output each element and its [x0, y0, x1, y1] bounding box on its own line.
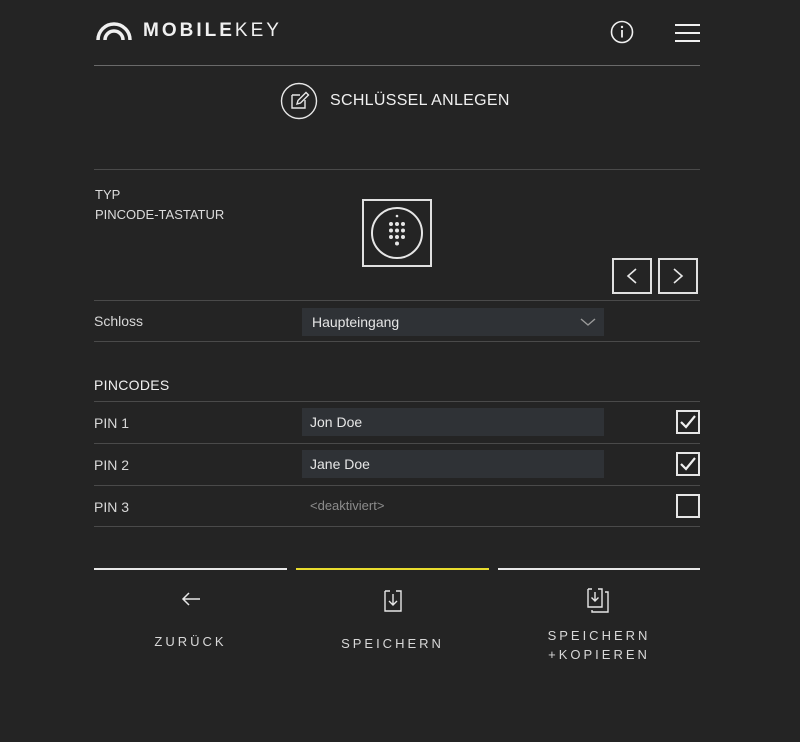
pin-2-name-input[interactable]: Jane Doe — [302, 450, 604, 478]
type-divider — [94, 300, 700, 301]
keypad-type-tile[interactable] — [362, 199, 432, 267]
lock-label: Schloss — [94, 313, 144, 329]
back-button[interactable]: ZURÜCK — [94, 590, 287, 649]
lock-select[interactable]: Haupteingang — [302, 308, 604, 336]
title-divider — [94, 169, 700, 170]
logo: MOBILEKEY — [95, 20, 282, 42]
back-label: ZURÜCK — [154, 634, 227, 649]
save-and-copy-button[interactable]: SPEICHERN +KOPIEREN — [498, 586, 700, 664]
previous-type-button[interactable] — [612, 258, 652, 294]
save-copy-label-line2: +KOPIEREN — [548, 647, 650, 662]
checkmark-icon — [680, 415, 696, 429]
save-label: SPEICHERN — [341, 636, 444, 651]
pin-1-name-input[interactable]: Jon Doe — [302, 408, 604, 436]
header-divider — [94, 65, 700, 66]
info-icon[interactable] — [610, 20, 634, 44]
page-title: SCHLÜSSEL ANLEGEN — [330, 92, 510, 109]
logo-arc-icon — [96, 22, 132, 41]
chevron-right-icon — [673, 268, 684, 284]
keypad-icon — [371, 207, 423, 259]
next-type-button[interactable] — [658, 258, 698, 294]
pin-1-checkbox[interactable] — [676, 410, 700, 434]
pin-2-label: PIN 2 — [94, 457, 130, 473]
lock-divider — [94, 341, 700, 342]
save-copy-tab-indicator — [498, 568, 700, 570]
pin-3-label: PIN 3 — [94, 499, 130, 515]
save-copy-label-line1: SPEICHERN — [547, 628, 651, 643]
type-value: PINCODE-TASTATUR — [95, 207, 225, 222]
save-tab-indicator — [296, 568, 489, 570]
save-copy-label: SPEICHERN +KOPIEREN — [498, 626, 700, 664]
page-header: SCHLÜSSEL ANLEGEN — [280, 82, 510, 120]
row-divider — [94, 443, 700, 444]
lock-select-value: Haupteingang — [312, 314, 400, 330]
edit-icon — [280, 82, 318, 120]
save-button[interactable]: SPEICHERN — [296, 588, 489, 651]
row-divider — [94, 485, 700, 486]
logo-text: MOBILEKEY — [143, 20, 282, 41]
pin-3-name-input[interactable]: <deaktiviert> — [302, 492, 604, 520]
row-divider — [94, 526, 700, 527]
save-copy-icon — [587, 588, 609, 613]
pincodes-divider — [94, 401, 700, 402]
save-icon — [383, 590, 402, 612]
pin-3-checkbox[interactable] — [676, 494, 700, 518]
pin-2-checkbox[interactable] — [676, 452, 700, 476]
pincodes-heading: PINCODES — [94, 377, 170, 393]
chevron-down-icon — [580, 318, 596, 326]
type-label: TYP — [95, 187, 121, 202]
checkmark-icon — [680, 457, 696, 471]
back-tab-indicator — [94, 568, 287, 570]
hamburger-menu-icon[interactable] — [675, 23, 700, 43]
chevron-left-icon — [626, 268, 637, 284]
pin-1-label: PIN 1 — [94, 415, 130, 431]
arrow-left-icon — [181, 592, 200, 606]
